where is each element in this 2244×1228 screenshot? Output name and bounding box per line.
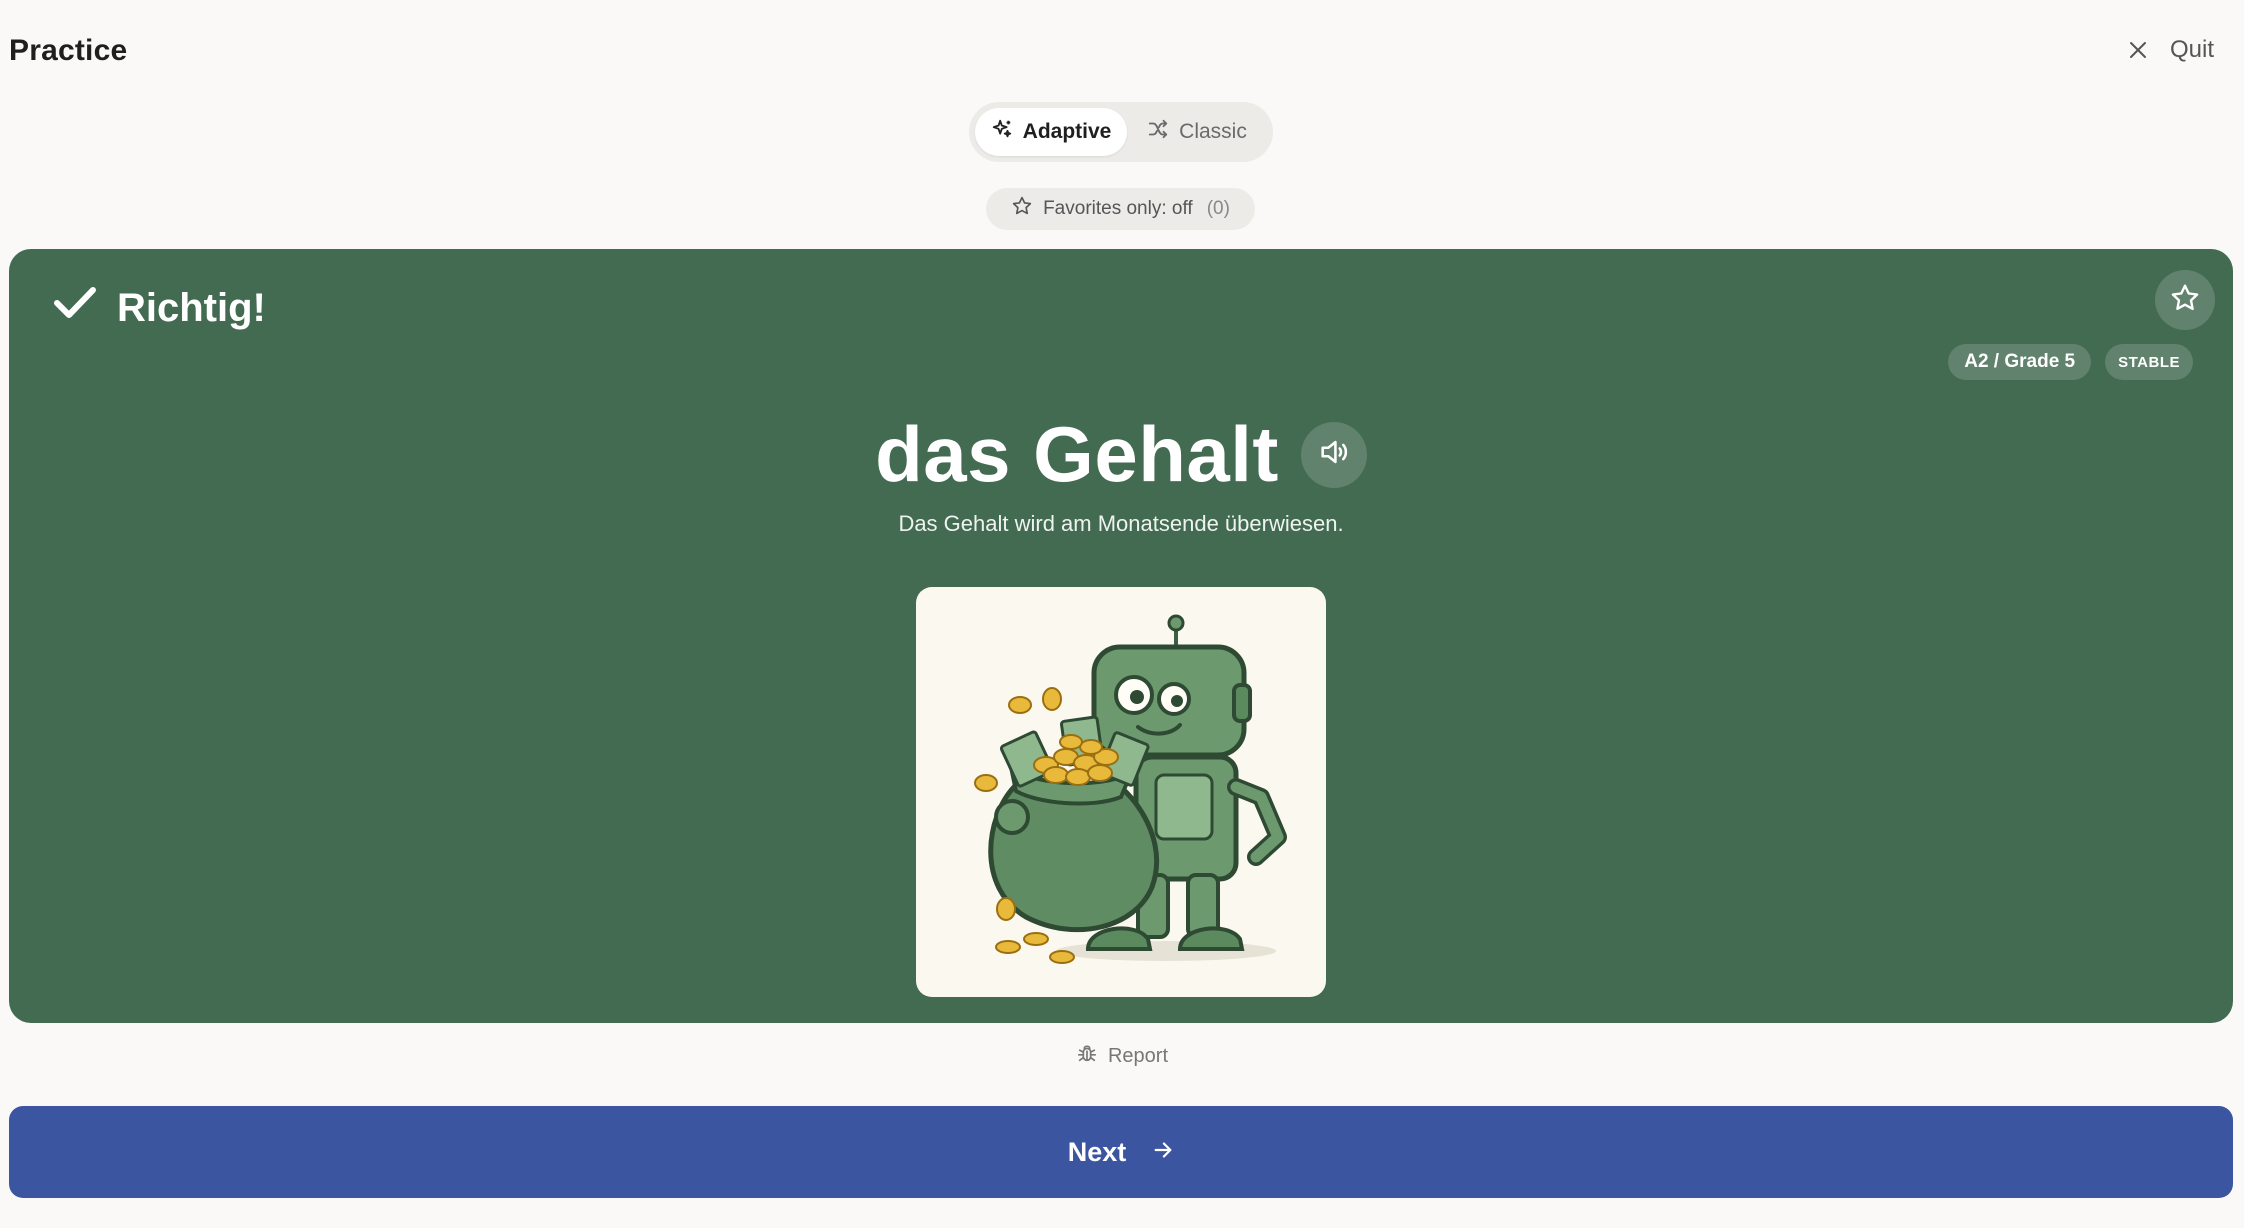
robot-money-bag-illustration [974,614,1287,964]
mode-classic-button[interactable]: Classic [1127,108,1267,156]
mode-adaptive-label: Adaptive [1022,120,1112,143]
next-button[interactable]: Next [9,1106,2233,1198]
sparkles-icon [991,118,1013,146]
favorite-button[interactable] [2155,270,2215,330]
quit-label: Quit [2169,36,2214,63]
favorites-only-label: Favorites only: off [1043,198,1193,219]
checkmark-icon [53,285,97,331]
bug-icon [1076,1042,1098,1070]
mode-adaptive-button[interactable]: Adaptive [975,108,1127,156]
vocab-word: das Gehalt [875,410,1279,498]
badge-group: A2 / Grade 5 STABLE [1948,344,2193,380]
result-label: Richtig! [117,285,266,330]
quit-button[interactable]: Quit [2128,36,2214,64]
page-title: Practice [9,34,128,67]
report-label: Report [1107,1044,1169,1067]
mode-classic-label: Classic [1179,120,1247,143]
vocab-illustration [916,587,1326,997]
word-row: das Gehalt [9,409,2233,500]
report-button[interactable]: Report [0,1042,2244,1070]
status-badge: STABLE [2105,344,2193,380]
next-label: Next [1067,1136,1127,1167]
result-indicator: Richtig! [53,285,266,331]
mode-toggle: Adaptive Classic [969,102,1273,162]
example-sentence: Das Gehalt wird am Monatsende überwiesen… [898,511,1344,536]
level-badge: A2 / Grade 5 [1948,344,2092,380]
play-audio-button[interactable] [1300,421,1367,488]
favorites-only-toggle[interactable]: Favorites only: off (0) [986,188,1255,230]
shuffle-icon [1147,118,1169,146]
speaker-icon [1317,435,1351,474]
favorites-count: (0) [1206,198,1230,219]
star-outline-icon [1011,195,1033,223]
star-outline-icon [2169,282,2201,319]
arrow-right-icon [1152,1137,1174,1168]
close-icon [2128,40,2148,60]
flashcard: Richtig! A2 / Grade 5 STABLE das Gehalt … [9,249,2233,1023]
